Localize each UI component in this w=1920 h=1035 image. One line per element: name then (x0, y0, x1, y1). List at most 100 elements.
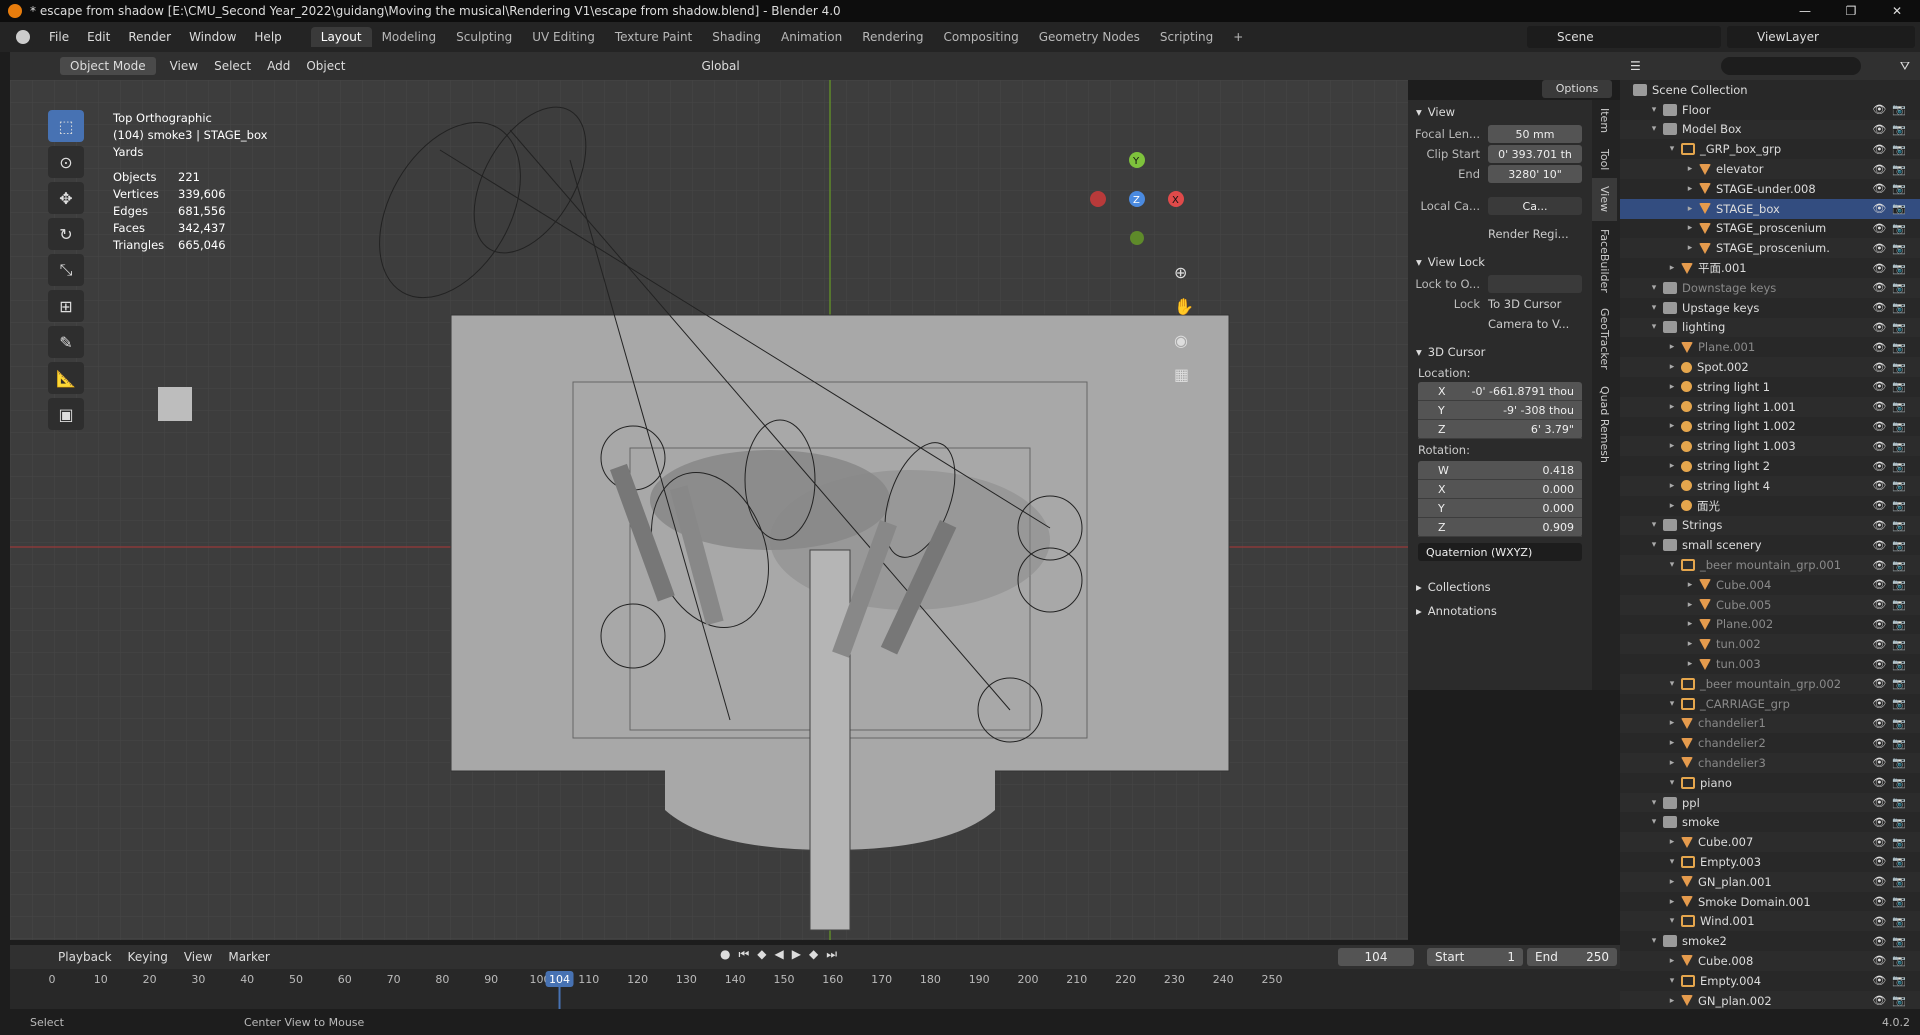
tab-animation[interactable]: Animation (771, 27, 852, 47)
cursor-rotation-z[interactable]: Z 0.909 (1418, 518, 1582, 537)
expand-chevron-icon[interactable]: ▸ (1684, 243, 1696, 253)
rotation-mode-dropdown[interactable]: Quaternion (WXYZ) (1418, 543, 1582, 561)
outliner-row[interactable]: ▾ piano 👁📷 (1620, 773, 1920, 793)
local-camera-field[interactable]: Ca... (1488, 197, 1582, 215)
outliner-row[interactable]: ▾ Floor 👁📷 (1620, 100, 1920, 120)
visibility-toggle-icon[interactable]: 👁📷 (1872, 440, 1912, 453)
expand-chevron-icon[interactable]: ▸ (1684, 184, 1696, 194)
outliner-row[interactable]: ▸ string light 1.002 👁📷 (1620, 417, 1920, 437)
camera-to-view-checkbox[interactable]: Camera to V... (1488, 317, 1569, 331)
outliner-row[interactable]: ▾ Downstage keys 👁📷 (1620, 277, 1920, 298)
close-button[interactable]: ✕ (1874, 0, 1920, 22)
annotations-header[interactable]: ▸ Annotations (1408, 599, 1592, 623)
visibility-toggle-icon[interactable]: 👁📷 (1872, 380, 1912, 393)
timeline-menu-keying[interactable]: Keying (120, 950, 176, 964)
visibility-toggle-icon[interactable]: 👁📷 (1872, 400, 1912, 413)
expand-chevron-icon[interactable]: ▸ (1666, 481, 1678, 491)
visibility-toggle-icon[interactable]: 👁📷 (1872, 915, 1912, 928)
tab-compositing[interactable]: Compositing (933, 27, 1028, 47)
expand-chevron-icon[interactable]: ▸ (1666, 501, 1678, 511)
outliner-row[interactable]: ▸ Cube.005 👁📷 (1620, 594, 1920, 615)
outliner-row[interactable]: ▸ Spot.002 👁📷 (1620, 357, 1920, 377)
jump-start-icon[interactable]: ⏮ (738, 947, 749, 962)
expand-chevron-icon[interactable]: ▾ (1666, 778, 1678, 788)
visibility-toggle-icon[interactable]: 👁📷 (1872, 677, 1912, 690)
visibility-toggle-icon[interactable]: 👁📷 (1872, 143, 1912, 156)
cursor-rotation-x[interactable]: X 0.000 (1418, 480, 1582, 499)
visibility-toggle-icon[interactable]: 👁📷 (1872, 123, 1912, 136)
outliner-row[interactable]: ▸ chandelier2 👁📷 (1620, 733, 1920, 753)
outliner-row[interactable]: ▾ Upstage keys 👁📷 (1620, 298, 1920, 318)
prev-keyframe-icon[interactable]: ◆ (757, 947, 766, 962)
outliner-row[interactable]: ▾ Empty.004 👁📷 (1620, 971, 1920, 991)
jump-end-icon[interactable]: ⏭ (826, 947, 837, 962)
outliner-row[interactable]: ▸ chandelier1 👁📷 (1620, 713, 1920, 734)
view-layer-selector[interactable]: ViewLayer (1727, 26, 1915, 48)
visibility-toggle-icon[interactable]: 👁📷 (1872, 816, 1912, 829)
expand-chevron-icon[interactable]: ▸ (1684, 204, 1696, 214)
outliner-row[interactable]: ▸ Cube.007 👁📷 (1620, 832, 1920, 853)
visibility-toggle-icon[interactable]: 👁📷 (1872, 281, 1912, 294)
visibility-toggle-icon[interactable]: 👁📷 (1872, 202, 1912, 215)
outliner-row[interactable]: ▸ 面光 👁📷 (1620, 496, 1920, 516)
outliner-row[interactable]: ▾ Wind.001 👁📷 (1620, 911, 1920, 932)
outliner-row[interactable]: ▸ chandelier3 👁📷 (1620, 753, 1920, 773)
viewport-menu-object[interactable]: Object (298, 57, 353, 75)
cursor-rotation-y[interactable]: Y 0.000 (1418, 499, 1582, 518)
visibility-toggle-icon[interactable]: 👁📷 (1872, 479, 1912, 492)
outliner-row[interactable]: ▾ lighting 👁📷 (1620, 317, 1920, 338)
expand-chevron-icon[interactable]: ▾ (1648, 303, 1660, 313)
expand-chevron-icon[interactable]: ▾ (1648, 936, 1660, 946)
3d-cursor-header[interactable]: ▾ 3D Cursor (1408, 340, 1592, 364)
visibility-toggle-icon[interactable]: 👁📷 (1872, 341, 1912, 354)
select-box-tool[interactable]: ⬚ (48, 110, 84, 142)
outliner-row[interactable]: ▸ 平面.001 👁📷 (1620, 258, 1920, 278)
expand-chevron-icon[interactable]: ▸ (1666, 382, 1678, 392)
outliner-row[interactable]: ▸ elevator 👁📷 (1620, 159, 1920, 179)
outliner-row[interactable]: ▾ Empty.003 👁📷 (1620, 852, 1920, 872)
visibility-toggle-icon[interactable]: 👁📷 (1872, 618, 1912, 631)
collections-header[interactable]: ▸ Collections (1408, 575, 1592, 599)
tab-geotracker[interactable]: GeoTracker (1592, 300, 1617, 378)
menu-help[interactable]: Help (245, 30, 290, 44)
scene-selector[interactable]: Scene (1527, 26, 1721, 48)
play-reverse-icon[interactable]: ◀ (775, 947, 784, 962)
expand-chevron-icon[interactable]: ▾ (1648, 520, 1660, 530)
view-lock-header[interactable]: ▾ View Lock (1408, 250, 1592, 274)
expand-chevron-icon[interactable]: ▸ (1666, 421, 1678, 431)
outliner-row[interactable]: ▾ small scenery 👁📷 (1620, 535, 1920, 555)
expand-chevron-icon[interactable]: ▸ (1666, 877, 1678, 887)
expand-chevron-icon[interactable]: ▸ (1666, 441, 1678, 451)
outliner-row[interactable]: ▾ Strings 👁📷 (1620, 515, 1920, 536)
outliner-row[interactable]: ▸ string light 2 👁📷 (1620, 456, 1920, 476)
expand-chevron-icon[interactable]: ▸ (1666, 738, 1678, 748)
visibility-toggle-icon[interactable]: 👁📷 (1872, 222, 1912, 235)
maximize-button[interactable]: ❐ (1828, 0, 1874, 22)
expand-chevron-icon[interactable]: ▸ (1684, 600, 1696, 610)
visibility-toggle-icon[interactable]: 👁📷 (1872, 658, 1912, 671)
annotate-tool[interactable]: ✎ (48, 326, 84, 358)
cursor-location-x[interactable]: X -0' -661.8791 thou (1418, 382, 1582, 401)
expand-chevron-icon[interactable]: ▸ (1666, 956, 1678, 966)
outliner-row[interactable]: ▸ STAGE_box 👁📷 (1620, 198, 1920, 219)
tab-quad-remesh[interactable]: Quad Remesh (1592, 378, 1617, 471)
visibility-toggle-icon[interactable]: 👁📷 (1872, 103, 1912, 116)
outliner-row[interactable]: ▸ STAGE-under.008 👁📷 (1620, 179, 1920, 199)
visibility-toggle-icon[interactable]: 👁📷 (1872, 182, 1912, 195)
object-mode-dropdown[interactable]: Object Mode (60, 57, 156, 75)
expand-chevron-icon[interactable]: ▾ (1648, 322, 1660, 332)
menu-render[interactable]: Render (119, 30, 180, 44)
visibility-toggle-icon[interactable]: 👁📷 (1872, 935, 1912, 948)
tab-layout[interactable]: Layout (310, 27, 372, 47)
outliner-row[interactable]: ▸ string light 4 👁📷 (1620, 475, 1920, 496)
lock-to-3d-cursor-checkbox[interactable]: To 3D Cursor (1488, 297, 1561, 311)
cursor-tool[interactable]: ⊙ (48, 146, 84, 178)
expand-chevron-icon[interactable]: ▸ (1666, 837, 1678, 847)
tab-shading[interactable]: Shading (702, 27, 771, 47)
outliner-row[interactable]: ▸ string light 1.003 👁📷 (1620, 436, 1920, 457)
tab-tool[interactable]: Tool (1592, 141, 1617, 178)
tab-facebuilder[interactable]: FaceBuilder (1592, 221, 1617, 301)
current-frame-field[interactable]: 104 (1338, 948, 1414, 966)
outliner-row[interactable]: ▸ tun.002 👁📷 (1620, 634, 1920, 655)
expand-chevron-icon[interactable]: ▾ (1648, 817, 1660, 827)
